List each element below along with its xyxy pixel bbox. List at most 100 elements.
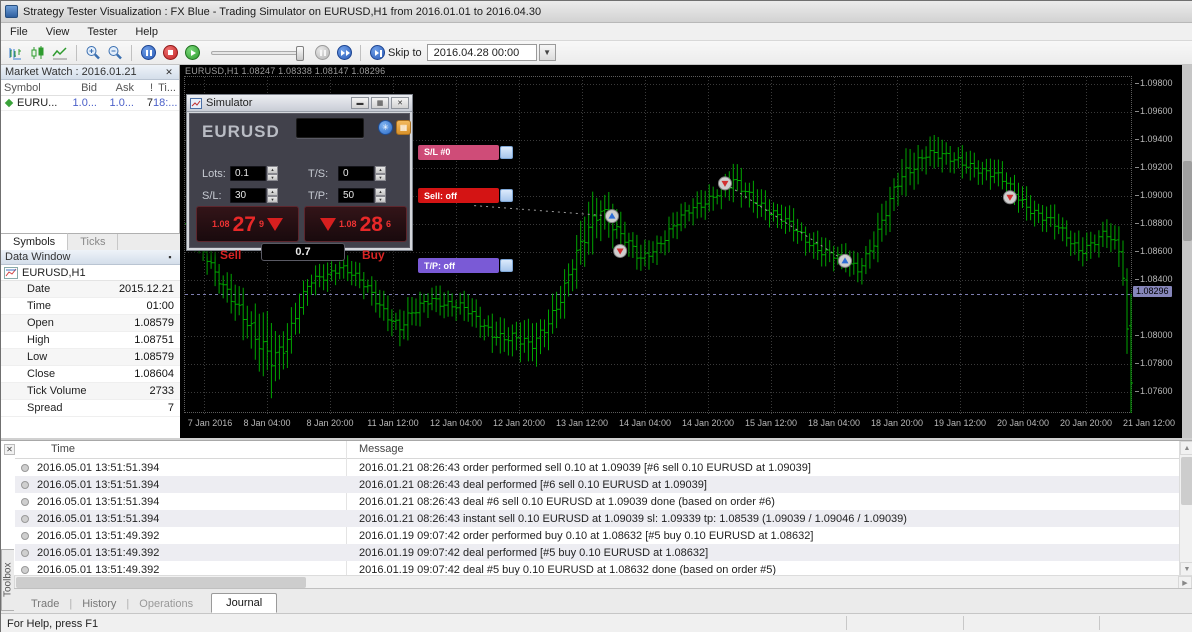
chart-tag-button[interactable] <box>500 146 513 159</box>
chart-tag-label: Sell: off <box>424 191 457 201</box>
data-value: 1.08579 <box>104 351 180 363</box>
stop-button[interactable] <box>160 44 180 62</box>
simulator-title: Simulator <box>206 97 252 109</box>
sl-stepper[interactable]: ▲▼ <box>267 188 278 203</box>
data-window-row: Date2015.12.21 <box>1 281 180 298</box>
candlestick-chart-icon[interactable] <box>28 44 48 62</box>
journal-horizontal-scrollbar[interactable]: ◀ ▶ <box>1 575 1192 588</box>
journal-message: 2016.01.19 09:07:42 deal performed [#5 b… <box>345 547 708 559</box>
speed-slider-thumb[interactable] <box>296 46 304 61</box>
scroll-up-icon[interactable]: ▲ <box>1180 441 1192 455</box>
chart-tag-tp[interactable]: T/P: off <box>418 258 499 273</box>
journal-bullet-icon <box>21 566 29 574</box>
data-value: 7 <box>104 402 180 414</box>
chart-tag-sl[interactable]: S/L #0 <box>418 145 499 160</box>
buy-label[interactable]: Buy <box>362 248 385 262</box>
chart-right-scrollbar-thumb[interactable] <box>1183 161 1192 241</box>
trade-marker-buy[interactable] <box>605 210 618 223</box>
grid-layout-icon[interactable]: ▦ <box>396 120 411 135</box>
simulator-minimize-button[interactable]: ▬ <box>351 97 369 109</box>
sell-label[interactable]: Sell <box>220 248 241 262</box>
menu-item-file[interactable]: File <box>1 25 37 39</box>
data-value: 01:00 <box>104 300 180 312</box>
tab-trade[interactable]: Trade <box>21 595 69 613</box>
trade-marker-sell[interactable] <box>614 244 627 257</box>
chart-tag-sell[interactable]: Sell: off <box>418 188 499 203</box>
journal-row[interactable]: 2016.05.01 13:51:49.3922016.01.19 09:07:… <box>15 544 1179 561</box>
journal-vertical-scrollbar[interactable]: ▲ ▼ <box>1179 441 1192 576</box>
time-axis: 7 Jan 20168 Jan 04:008 Jan 20:0011 Jan 1… <box>180 415 1192 433</box>
lots-stepper[interactable]: ▲▼ <box>267 166 278 181</box>
trade-marker-buy[interactable] <box>838 254 851 267</box>
simulator-body: EURUSD ✳ ▦ Lots: 0.1 ▲▼ T/S: 0 ▲▼ S/L: 3… <box>189 113 410 248</box>
journal-row[interactable]: 2016.05.01 13:51:51.3942016.01.21 08:26:… <box>15 510 1179 527</box>
chart-tag-button[interactable] <box>500 189 513 202</box>
resume-button[interactable] <box>182 44 202 62</box>
menu-item-view[interactable]: View <box>37 25 79 39</box>
skip-to-label: Skip to <box>388 47 422 59</box>
symbol-name: EURU... <box>17 97 57 109</box>
tab-journal[interactable]: Journal <box>211 593 277 613</box>
trade-marker-sell[interactable] <box>1003 191 1016 204</box>
price-axis-label: 1.07800 <box>1140 358 1173 368</box>
zoom-out-icon[interactable] <box>105 44 125 62</box>
zoom-in-icon[interactable] <box>83 44 103 62</box>
bar-chart-icon[interactable] <box>6 44 26 62</box>
data-label: Tick Volume <box>1 385 104 397</box>
sell-price-button[interactable]: 1.08279 <box>196 206 299 242</box>
bottom-tab-strip: Trade|History|OperationsJournal <box>1 588 1192 613</box>
settings-gear-icon[interactable]: ✳ <box>378 120 393 135</box>
journal-row[interactable]: 2016.05.01 13:51:51.3942016.01.21 08:26:… <box>15 493 1179 510</box>
data-window-titlebar: Data Window ▪ <box>1 250 180 265</box>
time-axis-label: 18 Jan 20:00 <box>868 418 926 428</box>
journal-hscroll-thumb[interactable] <box>16 577 306 588</box>
tab-symbols[interactable]: Symbols <box>1 233 68 250</box>
journal-time: 2016.05.01 13:51:49.392 <box>37 530 345 542</box>
data-label: Time <box>1 300 104 312</box>
skip-date-field[interactable]: 2016.04.28 00:00 <box>427 44 537 61</box>
journal-header: Time Message <box>15 441 1179 459</box>
journal-row[interactable]: 2016.05.01 13:51:49.3922016.01.19 09:07:… <box>15 527 1179 544</box>
journal-close-icon[interactable]: ✕ <box>4 444 15 455</box>
buy-price-button[interactable]: 1.08286 <box>304 206 407 242</box>
journal-message: 2016.01.19 09:07:42 deal #5 buy 0.10 EUR… <box>345 564 776 576</box>
sl-input[interactable]: 30 <box>230 188 266 203</box>
data-window-menu-icon[interactable]: ▪ <box>164 252 176 262</box>
simulator-dialog[interactable]: Simulator ▬ ▦ ✕ EURUSD ✳ ▦ Lots: 0.1 ▲▼ … <box>186 94 413 251</box>
simulator-layout-button[interactable]: ▦ <box>371 97 389 109</box>
chart-tag-button[interactable] <box>500 259 513 272</box>
tab-history[interactable]: History <box>72 595 126 613</box>
price-axis-label: 1.09800 <box>1140 78 1173 88</box>
window-titlebar: Strategy Tester Visualization : FX Blue … <box>1 1 1192 23</box>
tab-ticks[interactable]: Ticks <box>68 234 118 250</box>
step-button[interactable] <box>312 44 332 62</box>
ts-stepper[interactable]: ▲▼ <box>375 166 386 181</box>
simulator-titlebar[interactable]: Simulator ▬ ▦ ✕ <box>187 95 412 112</box>
menu-item-tester[interactable]: Tester <box>78 25 126 39</box>
fast-forward-button[interactable] <box>334 44 354 62</box>
tp-label: T/P: <box>308 190 328 202</box>
ts-input[interactable]: 0 <box>338 166 374 181</box>
tp-input[interactable]: 50 <box>338 188 374 203</box>
menu-item-help[interactable]: Help <box>126 25 167 39</box>
journal-row[interactable]: 2016.05.01 13:51:51.3942016.01.21 08:26:… <box>15 459 1179 476</box>
journal-bullet-icon <box>21 498 29 506</box>
pause-button[interactable] <box>138 44 158 62</box>
line-chart-icon[interactable] <box>50 44 70 62</box>
journal-vscroll-thumb[interactable] <box>1181 457 1192 505</box>
market-watch-close-icon[interactable]: ✕ <box>163 67 175 78</box>
toolbox-vertical-tab[interactable]: Toolbox <box>1 549 14 611</box>
journal-time: 2016.05.01 13:51:51.394 <box>37 462 345 474</box>
journal-row[interactable]: 2016.05.01 13:51:51.3942016.01.21 08:26:… <box>15 476 1179 493</box>
chart-right-scrollbar[interactable] <box>1182 65 1192 438</box>
tp-stepper[interactable]: ▲▼ <box>375 188 386 203</box>
simulator-close-button[interactable]: ✕ <box>391 97 409 109</box>
lots-input[interactable]: 0.1 <box>230 166 266 181</box>
trade-marker-sell[interactable] <box>718 177 731 190</box>
market-watch-row-eurusd[interactable]: EURU... 1.0... 1.0... 7 18:... <box>1 96 179 111</box>
scroll-down-icon[interactable]: ▼ <box>1180 562 1192 576</box>
tab-operations[interactable]: Operations <box>129 595 203 613</box>
journal-column-message: Message <box>359 443 404 455</box>
skip-date-dropdown[interactable]: ▼ <box>539 44 556 61</box>
speed-slider[interactable] <box>211 51 303 55</box>
